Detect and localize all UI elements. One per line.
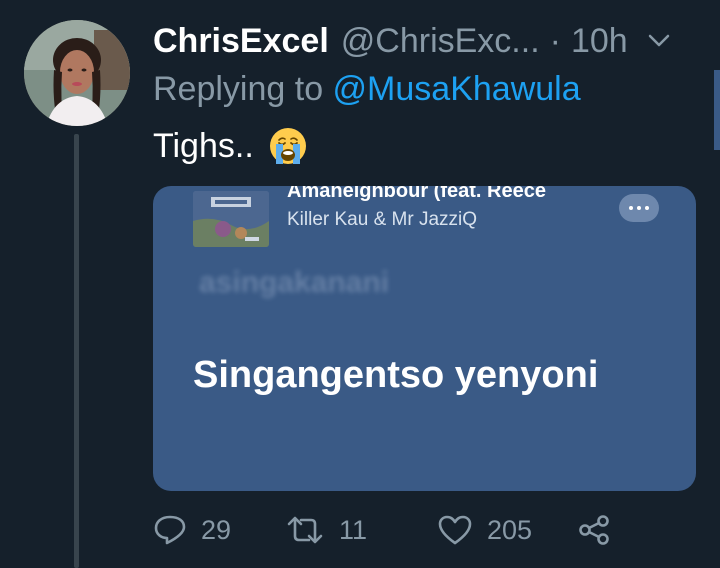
replying-prefix: Replying to bbox=[153, 70, 333, 108]
retweet-count: 11 bbox=[339, 514, 368, 545]
replying-to: Replying to @MusaKhawula bbox=[153, 70, 581, 109]
chevron-down-icon[interactable] bbox=[648, 34, 670, 48]
display-name[interactable]: ChrisExcel bbox=[153, 22, 329, 61]
lyrics-card[interactable]: Amaneighbour (feat. Reece Killer Kau & M… bbox=[153, 186, 696, 491]
like-count: 205 bbox=[487, 514, 533, 545]
reply-icon bbox=[154, 515, 186, 545]
tweet-actions: 29 11 205 bbox=[153, 510, 623, 550]
separator-dot: · bbox=[549, 21, 561, 60]
avatar[interactable] bbox=[24, 20, 130, 126]
tweet-time[interactable]: 10h bbox=[571, 22, 628, 61]
current-lyric-line: Singangentso yenyoni bbox=[193, 354, 599, 396]
retweet-icon bbox=[287, 516, 323, 544]
scroll-indicator bbox=[714, 70, 720, 150]
avatar-image bbox=[24, 20, 130, 126]
tweet-body: Tighs.. bbox=[153, 126, 308, 166]
crying-face-icon bbox=[268, 126, 308, 166]
retweet-button[interactable]: 11 bbox=[285, 510, 367, 550]
song-title: Amaneighbour (feat. Reece bbox=[287, 186, 546, 202]
like-button[interactable]: 205 bbox=[437, 510, 532, 550]
heart-icon bbox=[438, 515, 472, 545]
share-button[interactable] bbox=[577, 510, 611, 550]
reply-count: 29 bbox=[201, 514, 232, 545]
thread-line bbox=[74, 134, 79, 568]
reply-mention-link[interactable]: @MusaKhawula bbox=[333, 70, 581, 108]
song-artist: Killer Kau & Mr JazziQ bbox=[287, 209, 478, 230]
album-art bbox=[193, 191, 269, 247]
tweet-header: ChrisExcel @ChrisExc... · 10h bbox=[153, 18, 693, 64]
share-icon bbox=[579, 515, 609, 545]
more-icon[interactable] bbox=[619, 194, 659, 222]
reply-button[interactable]: 29 bbox=[153, 510, 231, 550]
faded-lyric-line: asingakanani bbox=[199, 266, 390, 299]
tweet-text: Tighs.. bbox=[153, 126, 254, 165]
user-handle[interactable]: @ChrisExc... bbox=[341, 22, 540, 61]
